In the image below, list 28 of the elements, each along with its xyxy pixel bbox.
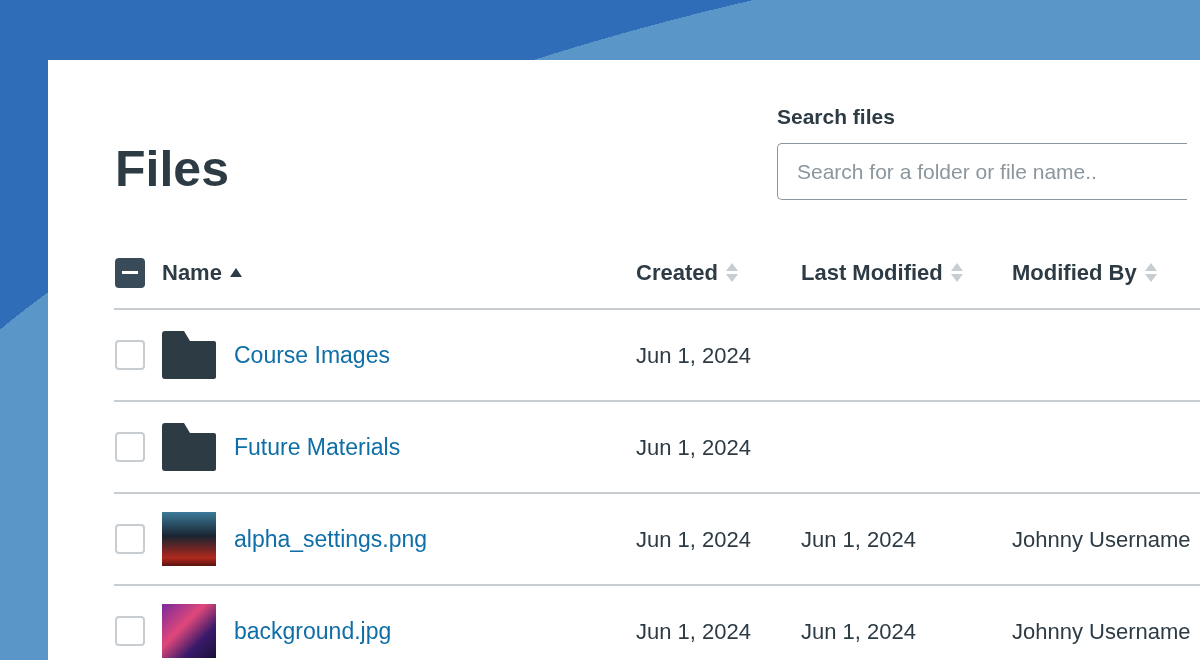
search-label: Search files [776, 106, 896, 127]
date-text: Jun 1, 2024 [636, 526, 751, 552]
file-link[interactable]: Future Materials [234, 429, 401, 465]
checkbox[interactable] [115, 616, 145, 646]
date-text: Jun 1, 2024 [636, 618, 751, 644]
column-header[interactable]: Modified By [1012, 256, 1157, 289]
file-link[interactable]: alpha_settings.png [234, 521, 428, 557]
image-thumbnail [162, 512, 216, 566]
date-text: Jun 1, 2024 [636, 434, 751, 460]
file-link[interactable]: Course Images [234, 337, 390, 373]
date-text: Jun 1, 2024 [801, 618, 916, 644]
user-name: Johnny Username [1012, 526, 1191, 552]
column-header[interactable]: Name [162, 256, 242, 289]
folder-icon [162, 331, 216, 379]
page-title: Files [115, 144, 229, 194]
file-link[interactable]: background.jpg [234, 613, 392, 649]
image-thumbnail [162, 604, 216, 658]
select-all-checkbox[interactable] [115, 257, 145, 288]
column-header[interactable]: Created [636, 256, 738, 289]
folder-icon [162, 423, 216, 471]
user-name: Johnny Username [1012, 618, 1191, 644]
search-field[interactable]: Search for a folder or file name.. [776, 143, 1187, 200]
column-header[interactable]: Last Modified [801, 256, 963, 289]
date-text: Jun 1, 2024 [636, 342, 751, 368]
checkbox[interactable] [115, 524, 145, 554]
checkbox[interactable] [115, 432, 145, 462]
checkbox[interactable] [115, 340, 145, 370]
date-text: Jun 1, 2024 [801, 526, 916, 552]
